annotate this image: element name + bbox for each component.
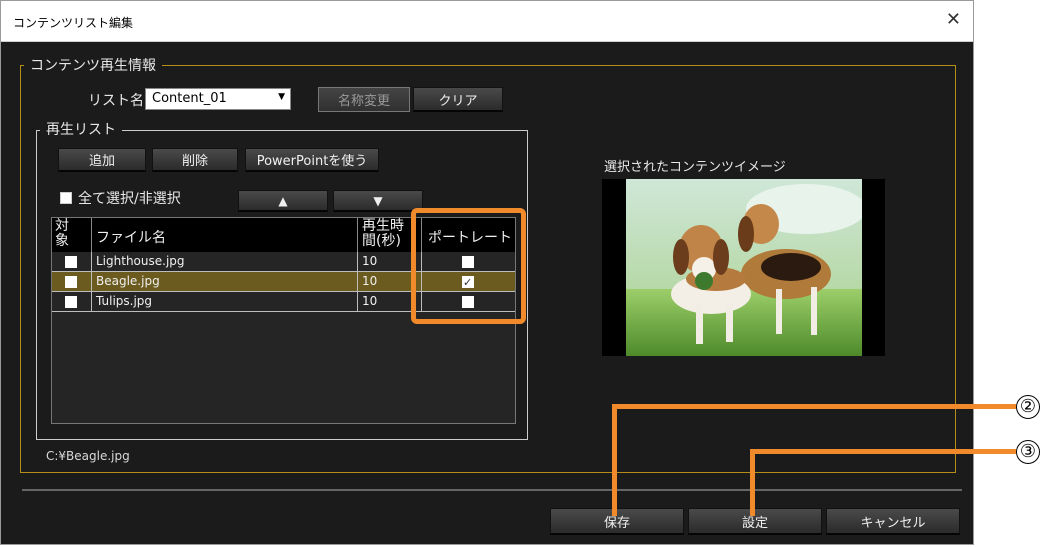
callout-2-badge: ② bbox=[1016, 395, 1040, 419]
add-button[interactable]: 追加 bbox=[58, 148, 146, 172]
save-button[interactable]: 保存 bbox=[550, 508, 684, 535]
title-bar: コンテンツリスト編集 ✕ bbox=[1, 1, 973, 42]
window-title: コンテンツリスト編集 bbox=[13, 16, 134, 30]
footer-separator bbox=[22, 489, 962, 491]
row-select-checkbox[interactable] bbox=[65, 276, 77, 288]
list-name-label: リスト名 bbox=[88, 93, 144, 109]
list-name-value: Content_01 bbox=[152, 91, 227, 106]
col-header-target-text: 対象 bbox=[55, 218, 69, 249]
preview-label: 選択されたコンテンツイメージ bbox=[604, 160, 786, 175]
portrait-column-highlight bbox=[411, 208, 526, 324]
powerpoint-button[interactable]: PowerPointを使う bbox=[245, 148, 379, 172]
row-select-checkbox[interactable] bbox=[65, 256, 77, 268]
select-all-checkbox[interactable] bbox=[60, 192, 72, 204]
row-filename: Lighthouse.jpg bbox=[92, 252, 358, 271]
col-header-filename-text: ファイル名 bbox=[96, 230, 166, 246]
list-name-combo[interactable]: Content_01 ▼ bbox=[145, 88, 291, 110]
select-all-label: 全て選択/非選択 bbox=[78, 191, 181, 207]
rename-button[interactable]: 名称変更 bbox=[318, 87, 410, 112]
col-header-duration-text: 再生時間(秒) bbox=[362, 218, 404, 249]
row-select-checkbox[interactable] bbox=[65, 296, 77, 308]
content-info-legend: コンテンツ再生情報 bbox=[24, 58, 162, 74]
callout-3-badge: ③ bbox=[1016, 440, 1040, 464]
callout-2-line-vertical bbox=[612, 404, 617, 516]
delete-button[interactable]: 削除 bbox=[152, 148, 238, 172]
callout-2-line-horizontal bbox=[612, 404, 1016, 409]
playlist-legend: 再生リスト bbox=[40, 122, 122, 138]
set-button[interactable]: 設定 bbox=[688, 508, 822, 535]
row-filename: Tulips.jpg bbox=[92, 292, 358, 311]
close-icon[interactable]: ✕ bbox=[946, 10, 961, 30]
col-header-target[interactable]: 対象 bbox=[52, 218, 92, 252]
preview-image bbox=[626, 179, 862, 356]
preview-image-frame bbox=[602, 179, 885, 356]
clear-button[interactable]: クリア bbox=[413, 87, 503, 112]
beagle-photo bbox=[626, 179, 862, 356]
row-target-cell bbox=[52, 292, 92, 311]
row-filename: Beagle.jpg bbox=[92, 272, 358, 291]
cancel-button[interactable]: キャンセル bbox=[826, 508, 960, 535]
move-up-button[interactable]: ▲ bbox=[238, 190, 328, 212]
selected-file-path: C:¥Beagle.jpg bbox=[46, 449, 130, 463]
callout-3-line-horizontal bbox=[750, 449, 1016, 454]
callout-3-line-vertical bbox=[750, 449, 755, 516]
row-target-cell bbox=[52, 272, 92, 291]
row-target-cell bbox=[52, 252, 92, 271]
move-down-button[interactable]: ▼ bbox=[333, 190, 423, 212]
col-header-filename[interactable]: ファイル名 bbox=[92, 218, 358, 252]
chevron-down-icon[interactable]: ▼ bbox=[278, 92, 285, 102]
